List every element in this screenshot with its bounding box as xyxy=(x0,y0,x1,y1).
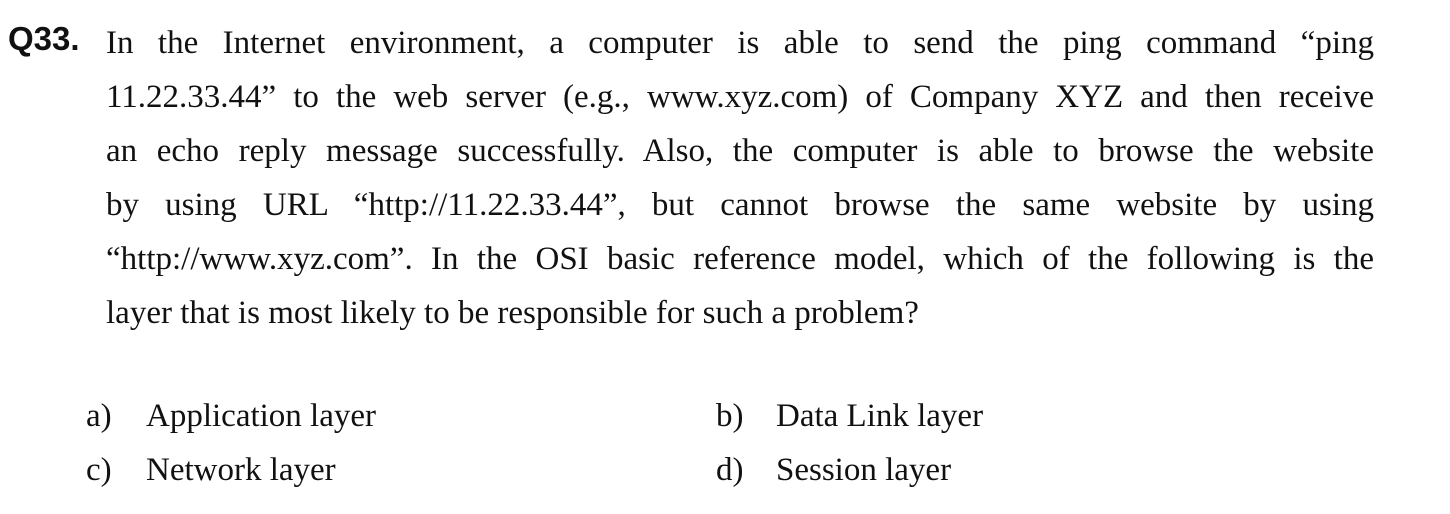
question-number: Q33. xyxy=(8,20,80,57)
option-text: Data Link layer xyxy=(776,398,984,434)
option-letter: b) xyxy=(716,398,744,434)
question-text: In the Internet environment, a computer … xyxy=(106,16,1374,340)
option-letter: d) xyxy=(716,452,744,488)
question-line: by using URL “http://11.22.33.44”, but c… xyxy=(106,187,1374,223)
option-b: b) Data Link layer xyxy=(716,393,983,439)
question-line: an echo reply message successfully. Also… xyxy=(106,133,1374,169)
option-text: Application layer xyxy=(146,398,377,434)
option-letter: c) xyxy=(86,452,112,488)
option-a: a) Application layer xyxy=(86,393,376,439)
option-text: Session layer xyxy=(776,452,952,488)
option-d: d) Session layer xyxy=(716,447,951,493)
question-line: In the Internet environment, a computer … xyxy=(106,25,1374,61)
option-c: c) Network layer xyxy=(86,447,336,493)
option-text: Network layer xyxy=(146,452,336,488)
question-line: 11.22.33.44” to the web server (e.g., ww… xyxy=(106,79,1374,115)
question-line: layer that is most likely to be responsi… xyxy=(106,295,919,331)
question-line: “http://www.xyz.com”. In the OSI basic r… xyxy=(106,241,1374,277)
option-letter: a) xyxy=(86,398,112,434)
exam-question-page: Q33. In the Internet environment, a comp… xyxy=(0,0,1450,514)
